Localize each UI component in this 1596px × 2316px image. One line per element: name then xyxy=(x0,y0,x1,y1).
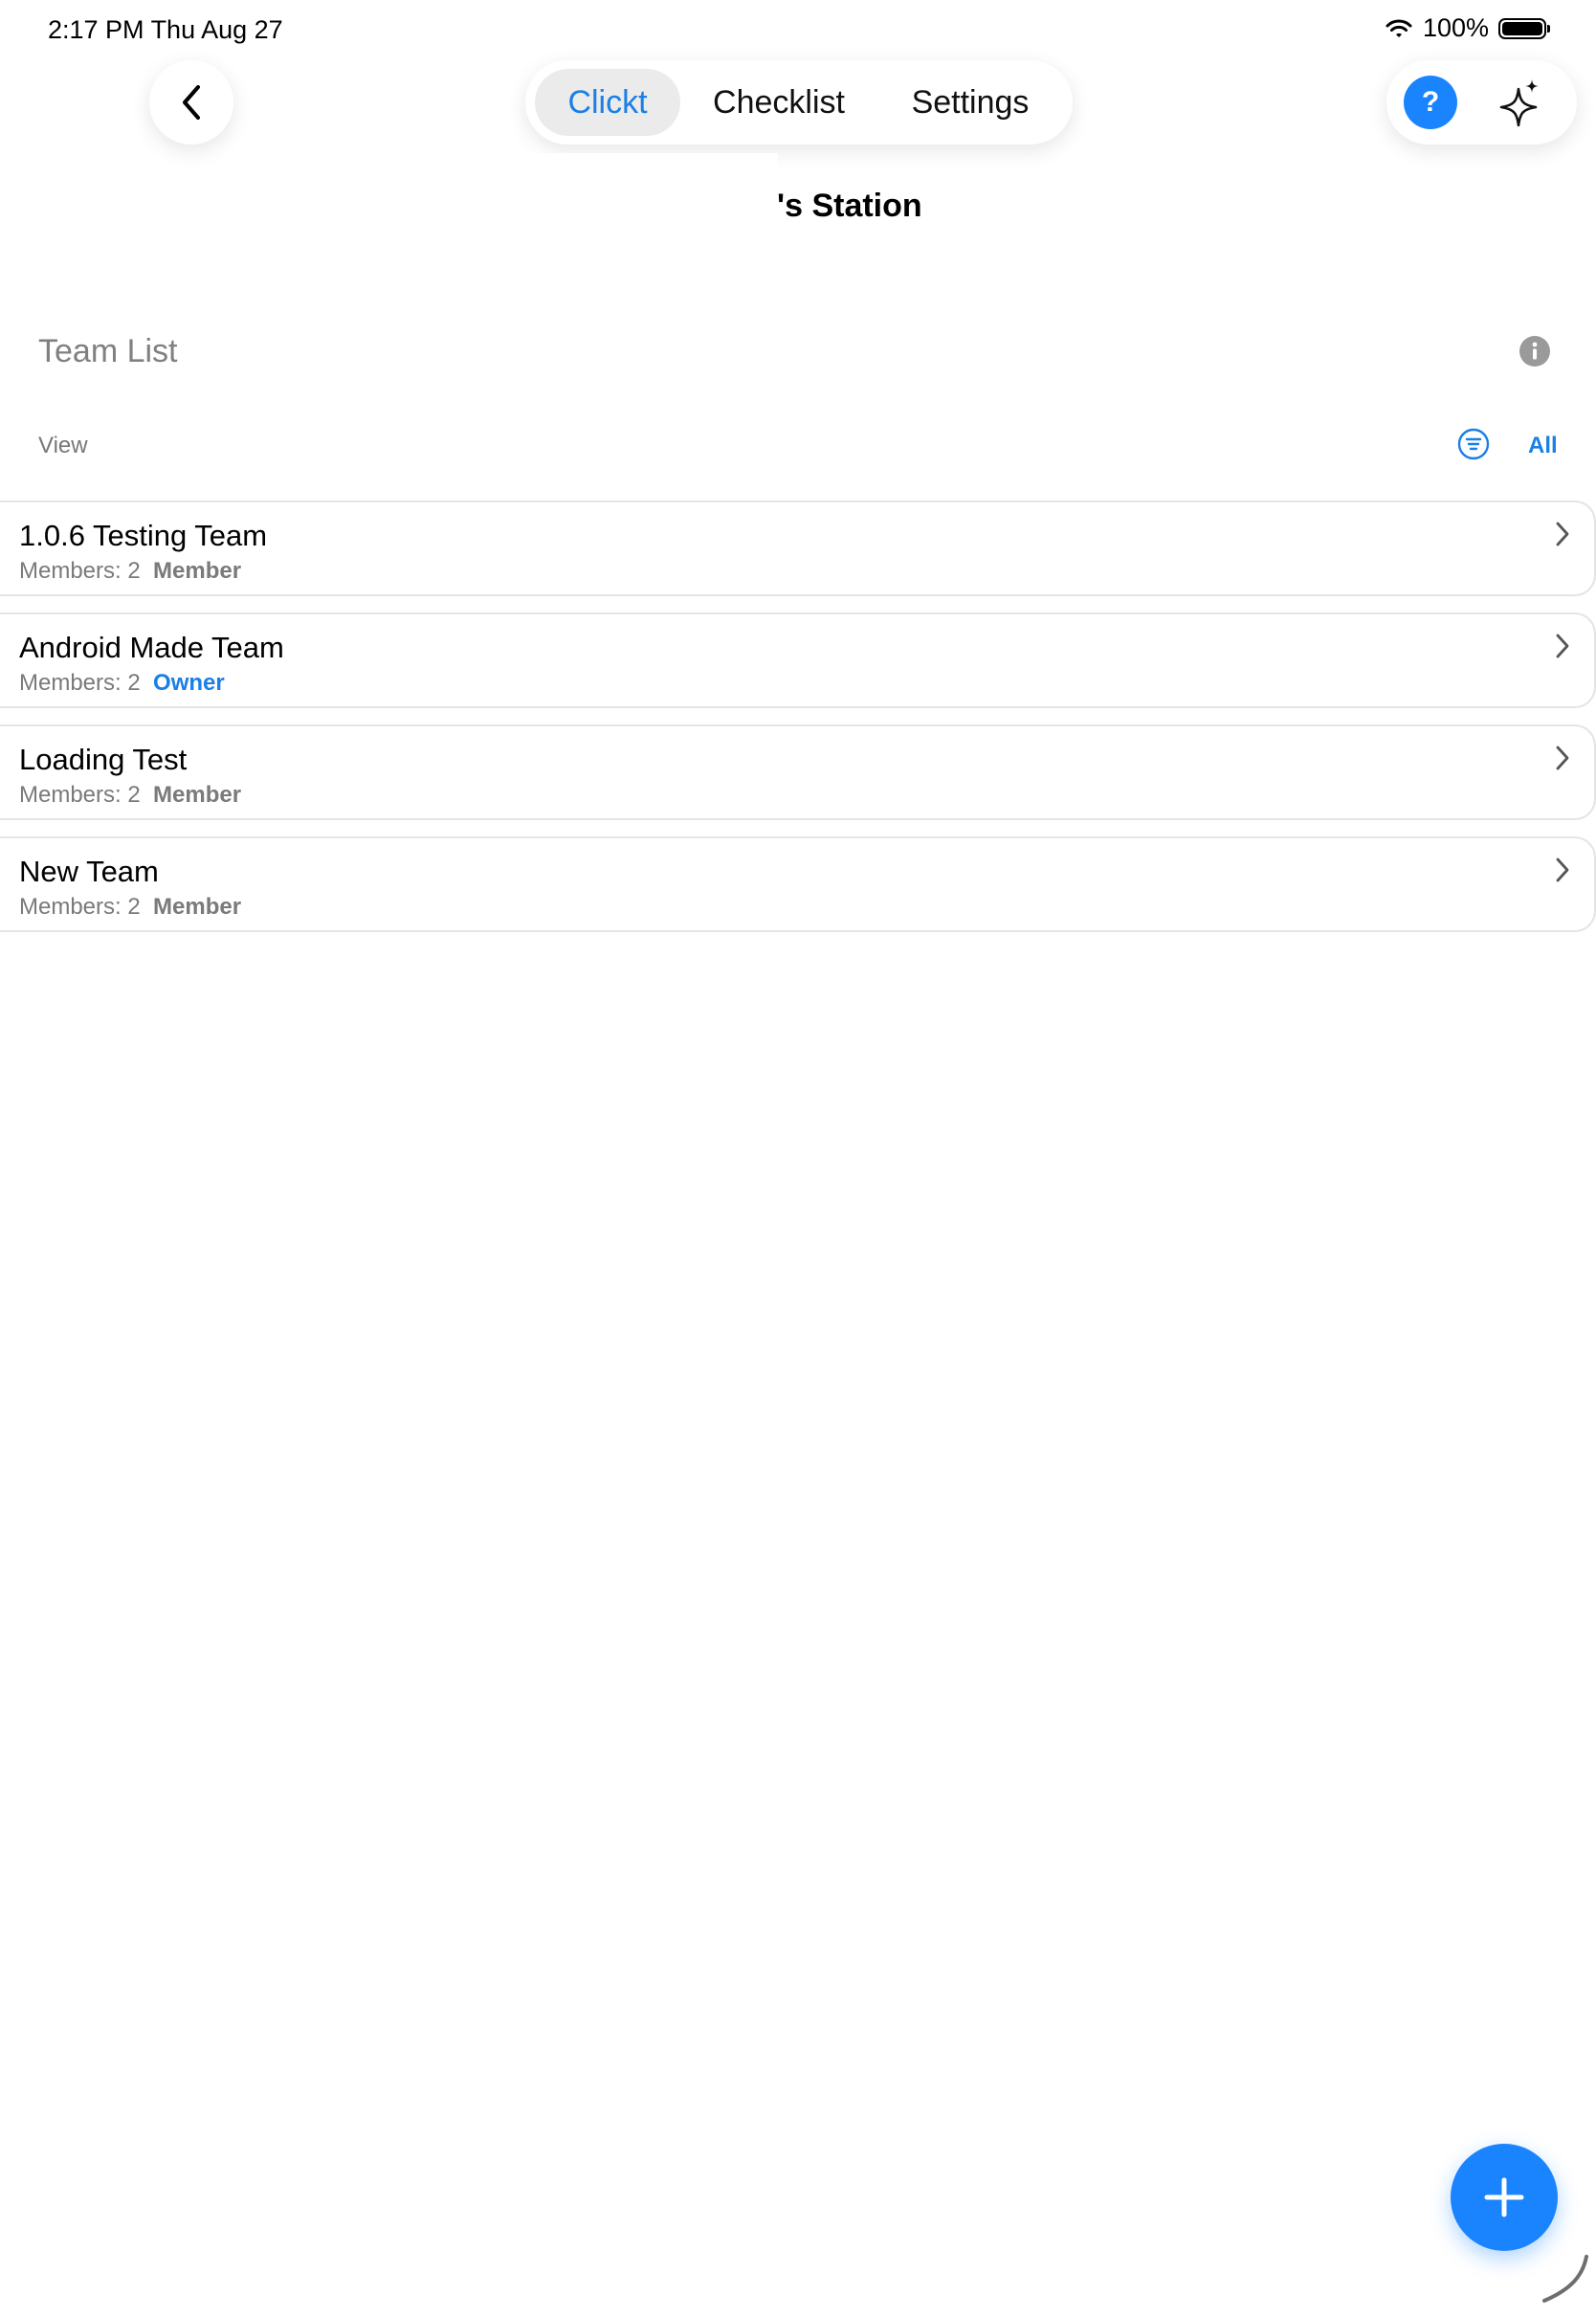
filter-icon[interactable] xyxy=(1457,428,1490,460)
station-title: 's Station xyxy=(777,188,922,224)
chevron-right-icon xyxy=(1556,857,1569,882)
status-time: 2:17 PM Thu Aug 27 xyxy=(48,15,283,44)
view-label: View xyxy=(38,433,88,458)
section-title: Team List xyxy=(38,333,178,369)
wifi-icon xyxy=(1385,19,1412,37)
chevron-left-icon xyxy=(183,85,200,120)
team-card[interactable]: New Team Members: 2 Member xyxy=(0,836,1596,932)
team-role: Owner xyxy=(153,670,225,696)
tab-settings[interactable]: Settings xyxy=(877,69,1063,136)
team-meta: Members: 2 Member xyxy=(19,894,241,921)
chevron-right-icon xyxy=(1556,522,1569,546)
team-meta: Members: 2 Member xyxy=(19,782,241,809)
team-card[interactable]: Loading Test Members: 2 Member xyxy=(0,724,1596,820)
tab-checklist[interactable]: Checklist xyxy=(680,69,877,136)
battery-icon xyxy=(1498,17,1550,39)
team-members: Members: 2 xyxy=(19,558,141,584)
team-meta: Members: 2 Owner xyxy=(19,670,225,697)
team-members: Members: 2 xyxy=(19,894,141,920)
team-name: Loading Test xyxy=(19,743,188,776)
team-name: New Team xyxy=(19,855,159,888)
sparkle-button[interactable] xyxy=(1492,74,1549,131)
help-button[interactable]: ? xyxy=(1404,76,1457,129)
corner-swipe-indicator[interactable] xyxy=(1535,2249,1592,2306)
sparkle-icon xyxy=(1499,79,1539,127)
filter-value[interactable]: All xyxy=(1528,433,1558,459)
action-group: ? xyxy=(1386,60,1577,145)
info-icon[interactable] xyxy=(1518,335,1551,367)
status-indicators: 100% xyxy=(1385,13,1550,43)
team-role: Member xyxy=(153,558,242,584)
team-role: Member xyxy=(153,782,242,808)
team-meta: Members: 2 Member xyxy=(19,558,241,585)
team-list: 1.0.6 Testing Team Members: 2 Member And… xyxy=(0,501,1596,948)
team-members: Members: 2 xyxy=(19,670,141,696)
team-members: Members: 2 xyxy=(19,782,141,808)
chevron-right-icon xyxy=(1556,746,1569,770)
battery-level xyxy=(1502,21,1542,35)
team-card[interactable]: Android Made Team Members: 2 Owner xyxy=(0,612,1596,708)
team-name: Android Made Team xyxy=(19,631,284,664)
team-role: Member xyxy=(153,894,242,920)
battery-percent: 100% xyxy=(1422,13,1489,42)
team-card[interactable]: 1.0.6 Testing Team Members: 2 Member xyxy=(0,501,1596,596)
add-team-button[interactable] xyxy=(1451,2144,1558,2251)
redacted-station-owner xyxy=(531,153,778,228)
chevron-right-icon xyxy=(1556,634,1569,658)
segmented-tabs: Clickt Checklist Settings xyxy=(525,60,1073,145)
tab-clickt[interactable]: Clickt xyxy=(535,69,680,136)
team-name: 1.0.6 Testing Team xyxy=(19,519,268,552)
plus-icon xyxy=(1484,2177,1524,2217)
back-button[interactable] xyxy=(149,60,233,145)
status-bar: 2:17 PM Thu Aug 27 100% xyxy=(0,0,1596,57)
